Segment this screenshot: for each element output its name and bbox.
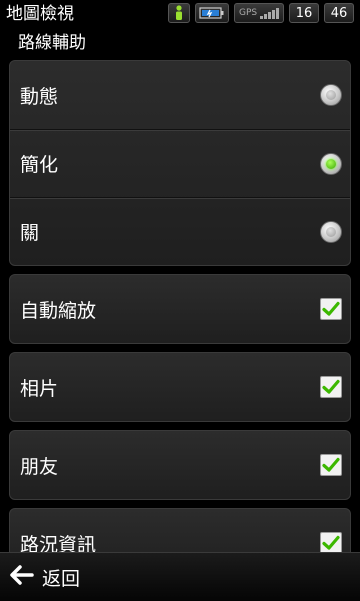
clock-hour: 16 [289, 3, 319, 23]
checkbox-checked-icon[interactable] [320, 532, 342, 552]
setting-photos[interactable]: 相片 [9, 352, 351, 422]
option-label: 簡化 [20, 154, 59, 176]
checkbox-checked-icon[interactable] [320, 298, 342, 320]
app-title: 地圖檢視 [6, 4, 74, 24]
setting-traffic-info[interactable]: 路況資訊 [9, 508, 351, 552]
setting-label: 自動縮放 [20, 299, 97, 322]
back-label: 返回 [42, 567, 81, 590]
person-icon [168, 3, 190, 23]
checkbox-checked-icon[interactable] [320, 376, 342, 398]
status-bar: 地圖檢視 GPS 16 46 [0, 0, 360, 28]
settings-list[interactable]: 動態 簡化 關 自動縮放 相片 朋友 路況資訊 [0, 60, 360, 552]
radio-button[interactable] [320, 84, 342, 106]
battery-icon [195, 3, 229, 23]
bottom-bar: 返回 [0, 552, 360, 601]
route-assist-option-off[interactable]: 關 [10, 197, 350, 265]
option-label: 關 [20, 222, 40, 244]
setting-label: 路況資訊 [20, 533, 97, 553]
radio-button-selected[interactable] [320, 152, 342, 175]
route-assist-option-simple[interactable]: 簡化 [10, 129, 350, 197]
back-arrow-icon [8, 564, 34, 590]
section-header: 路線輔助 [18, 33, 86, 53]
radio-button[interactable] [320, 220, 342, 243]
checkbox-checked-icon[interactable] [320, 454, 342, 476]
route-assist-group: 動態 簡化 關 [9, 60, 351, 266]
setting-label: 相片 [20, 377, 59, 400]
gps-signal-icon: GPS [234, 3, 284, 23]
setting-friends[interactable]: 朋友 [9, 430, 351, 500]
status-icons: GPS 16 46 [168, 3, 354, 25]
setting-auto-zoom[interactable]: 自動縮放 [9, 274, 351, 344]
route-assist-option-dynamic[interactable]: 動態 [10, 61, 350, 129]
clock-minute: 46 [324, 3, 354, 23]
gps-label: GPS [239, 8, 258, 18]
option-label: 動態 [20, 85, 59, 108]
back-button[interactable]: 返回 [0, 553, 88, 601]
setting-label: 朋友 [20, 455, 59, 478]
